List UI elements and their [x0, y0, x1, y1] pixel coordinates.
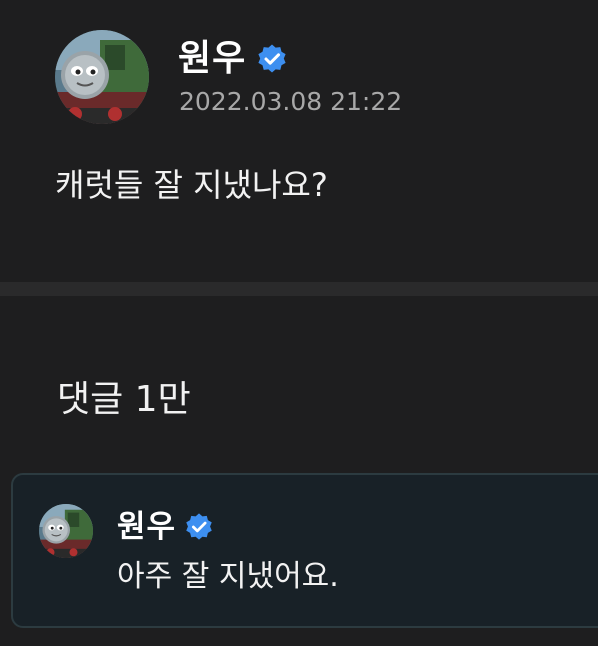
section-divider: [0, 282, 598, 296]
avatar-train-image: [55, 30, 149, 124]
post-author-avatar[interactable]: [55, 30, 149, 124]
post-body: 캐럿들 잘 지냈나요?: [55, 166, 328, 204]
avatar-train-image: [39, 504, 93, 558]
comment-author-name[interactable]: 원우: [117, 511, 176, 543]
comment-text: 아주 잘 지냈어요.: [117, 559, 339, 594]
verified-badge-icon: [256, 43, 288, 75]
post-author-row: 원우: [178, 34, 288, 84]
verified-badge-icon: [184, 512, 214, 542]
post-author-name[interactable]: 원우: [178, 41, 246, 77]
comments-header: 댓글 1만: [57, 379, 191, 420]
post-timestamp: 2022.03.08 21:22: [179, 87, 403, 116]
comment-author-avatar[interactable]: [39, 504, 93, 558]
post: 원우 2022.03.08 21:22 캐럿들 잘 지냈나요?: [0, 0, 598, 282]
comment-item[interactable]: 원우 아주 잘 지냈어요.: [11, 473, 598, 628]
comment-author-row: 원우: [117, 507, 214, 547]
